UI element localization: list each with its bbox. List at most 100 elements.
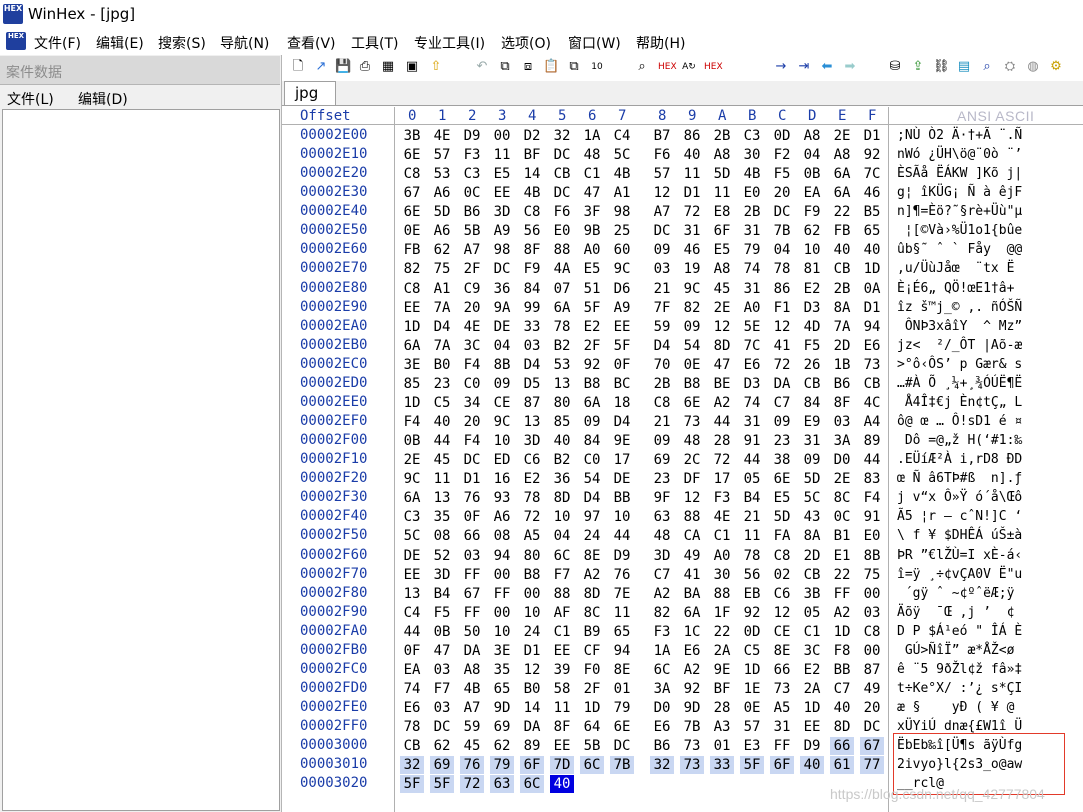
hex-byte[interactable]: 13	[520, 413, 544, 431]
hex-byte[interactable]: A1	[430, 280, 454, 298]
hex-byte[interactable]: C8	[400, 280, 424, 298]
row-offset[interactable]: 00002E30	[300, 184, 367, 200]
hex-byte[interactable]: 2B	[830, 280, 854, 298]
row-offset[interactable]: 00003010	[300, 756, 367, 772]
hex-byte[interactable]: E5	[770, 489, 794, 507]
hex-byte[interactable]: 8F	[520, 241, 544, 259]
hex-byte[interactable]: C1	[710, 527, 734, 545]
hex-byte[interactable]: 84	[800, 394, 824, 412]
hex-byte[interactable]: 18	[610, 394, 634, 412]
hex-byte[interactable]: 01	[710, 737, 734, 755]
hex-byte[interactable]: DC	[550, 146, 574, 164]
hex-byte[interactable]: 11	[740, 527, 764, 545]
hex-byte[interactable]: E3	[740, 737, 764, 755]
hex-byte[interactable]: 79	[610, 699, 634, 717]
ascii-text[interactable]: .EÜíÆ²À i,rD8 ÐD	[897, 452, 1022, 467]
row-offset[interactable]: 00002FC0	[300, 661, 367, 677]
hex-byte[interactable]: 3E	[400, 356, 424, 374]
hex-byte[interactable]: 24	[520, 623, 544, 641]
hex-byte[interactable]: D0	[650, 699, 674, 717]
hex-byte[interactable]: 2E	[710, 299, 734, 317]
hex-byte[interactable]: D4	[580, 489, 604, 507]
hex-byte[interactable]: DC	[550, 184, 574, 202]
hex-byte[interactable]: F3	[650, 623, 674, 641]
hex-byte[interactable]: 1A	[650, 642, 674, 660]
hex-byte[interactable]: 0E	[740, 699, 764, 717]
hex-byte[interactable]: 94	[860, 318, 884, 336]
hex-byte[interactable]: 4E	[430, 127, 454, 145]
hex-byte[interactable]: 10	[550, 508, 574, 526]
goto-page-icon[interactable]: ⇥	[796, 59, 812, 75]
cut-icon[interactable]: ⧈	[520, 59, 536, 75]
hex-byte[interactable]: A9	[610, 299, 634, 317]
hex-byte[interactable]: 8E	[580, 547, 604, 565]
hex-byte[interactable]: 8C	[580, 604, 604, 622]
hex-byte[interactable]: 72	[770, 356, 794, 374]
hex-byte[interactable]: F1	[770, 299, 794, 317]
hex-byte[interactable]: 79	[740, 241, 764, 259]
hex-byte[interactable]: 74	[400, 680, 424, 698]
hex-byte[interactable]: 36	[490, 280, 514, 298]
hex-byte[interactable]: 1B	[830, 356, 854, 374]
hex-byte[interactable]: A7	[460, 699, 484, 717]
hex-byte[interactable]: 1D	[800, 699, 824, 717]
hex-byte[interactable]: 11	[680, 165, 704, 183]
hex-byte[interactable]: B9	[580, 623, 604, 641]
hex-byte[interactable]: DC	[770, 203, 794, 221]
row-offset[interactable]: 00002FF0	[300, 718, 367, 734]
hex-byte[interactable]: 2D	[800, 547, 824, 565]
hex-byte[interactable]: CF	[580, 642, 604, 660]
hex-byte[interactable]: 7C	[740, 337, 764, 355]
hex-byte[interactable]: C3	[740, 127, 764, 145]
hex-byte[interactable]: D9	[460, 127, 484, 145]
hex-byte[interactable]: 82	[400, 260, 424, 278]
hex-byte[interactable]: 44	[400, 623, 424, 641]
hex-byte[interactable]: F7	[550, 566, 574, 584]
hex-byte[interactable]: 3D	[430, 566, 454, 584]
hex-byte[interactable]: 3D	[650, 547, 674, 565]
hex-byte[interactable]: A3	[710, 718, 734, 736]
hex-byte[interactable]: 20	[460, 413, 484, 431]
hex-byte[interactable]: 1D	[830, 623, 854, 641]
hex-byte[interactable]: 2F	[580, 680, 604, 698]
hex-byte[interactable]: 6C	[580, 756, 604, 775]
hex-byte[interactable]: BC	[610, 375, 634, 393]
hex-byte[interactable]: 19	[680, 260, 704, 278]
hex-byte[interactable]: 66	[770, 661, 794, 679]
hex-byte[interactable]: 05	[800, 604, 824, 622]
hex-byte[interactable]: 48	[580, 146, 604, 164]
copy-icon[interactable]: ⧉	[497, 59, 513, 75]
hex-byte[interactable]: DC	[610, 737, 634, 755]
hex-byte[interactable]: 8F	[830, 394, 854, 412]
hex-byte[interactable]: 5C	[800, 489, 824, 507]
hex-byte[interactable]: F9	[800, 203, 824, 221]
hex-byte[interactable]: A2	[830, 604, 854, 622]
hex-byte[interactable]: 11	[610, 604, 634, 622]
hex-byte[interactable]: D4	[610, 413, 634, 431]
hex-byte[interactable]: 88	[710, 585, 734, 603]
hex-byte[interactable]: 09	[490, 375, 514, 393]
hex-byte[interactable]: 8E	[610, 661, 634, 679]
hex-byte[interactable]: 50	[460, 623, 484, 641]
ram-icon[interactable]: ⇪	[910, 59, 926, 75]
hex-byte[interactable]: 13	[430, 489, 454, 507]
hex-byte[interactable]: EE	[400, 299, 424, 317]
hex-byte[interactable]: 67	[460, 585, 484, 603]
hex-byte[interactable]: CB	[400, 737, 424, 755]
hex-byte[interactable]: 31	[740, 413, 764, 431]
menu-file[interactable]: 文件(F)	[34, 33, 81, 53]
hex-byte[interactable]: 44	[740, 451, 764, 469]
hex-byte[interactable]: C6	[770, 585, 794, 603]
hex-byte[interactable]: B6	[830, 375, 854, 393]
hex-byte[interactable]: 40	[430, 413, 454, 431]
row-offset[interactable]: 00002FD0	[300, 680, 367, 696]
hex-byte[interactable]: 23	[430, 375, 454, 393]
hex-byte[interactable]: C3	[460, 165, 484, 183]
hex-byte[interactable]: 36	[550, 470, 574, 488]
hex-byte[interactable]: 6C	[650, 661, 674, 679]
hex-byte[interactable]: A0	[580, 241, 604, 259]
hex-byte[interactable]: D9	[610, 547, 634, 565]
hex-byte[interactable]: EE	[550, 737, 574, 755]
hex-byte[interactable]: 59	[650, 318, 674, 336]
hex-byte[interactable]: 09	[800, 451, 824, 469]
